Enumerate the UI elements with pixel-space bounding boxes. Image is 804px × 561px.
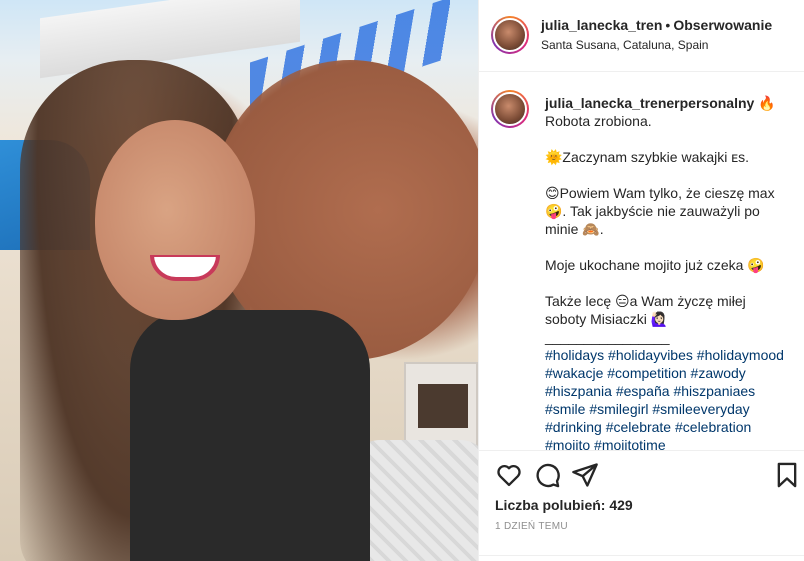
post-timestamp[interactable]: 1 DZIEŃ TEMU <box>495 521 568 532</box>
comment-bar <box>479 555 804 561</box>
caption-username[interactable]: julia_lanecka_trenerpersonalny <box>545 95 754 111</box>
caption-username-emoji: 🔥 <box>758 95 776 111</box>
hashtag-link[interactable]: #smile <box>545 401 585 417</box>
post-photo[interactable] <box>0 0 478 561</box>
hashtag-link[interactable]: #españa <box>616 383 670 399</box>
caption-line: Moje ukochane mojito już czeka 🤪 <box>545 257 765 273</box>
caption-body: julia_lanecka_trenerpersonalny 🔥 Robota … <box>545 94 795 450</box>
caption-line: Robota zrobiona. <box>545 113 652 129</box>
caption-line: 🌞Zaczynam szybkie wakajki ᴇs. <box>545 149 750 165</box>
hashtag-link[interactable]: #celebrate <box>606 419 671 435</box>
post-side-panel: julia_lanecka_tren • Obserwowanie Santa Su… <box>478 0 804 561</box>
caption-hashtags: #holidays #holidayvibes #holidaymood #wa… <box>545 346 795 450</box>
hashtag-link[interactable]: #holidayvibes <box>608 347 693 363</box>
caption-line: soboty Misiaczki 🙋🏻‍♀️ <box>545 311 669 327</box>
caption-line: minie 🙈. <box>545 221 604 237</box>
author-avatar[interactable] <box>491 16 529 54</box>
hashtag-link[interactable]: #mojitotime <box>594 437 666 450</box>
caption-avatar[interactable] <box>491 90 529 128</box>
caption-username-row: julia_lanecka_trenerpersonalny 🔥 <box>545 94 795 112</box>
post-location[interactable]: Santa Susana, Cataluna, Spain <box>541 38 708 52</box>
post-actions: Liczba polubień: 429 1 DZIEŃ TEMU <box>479 450 804 561</box>
hashtag-link[interactable]: #holidaymood <box>697 347 784 363</box>
bookmark-icon[interactable] <box>773 461 801 489</box>
caption-line: 😊Powiem Wam tylko, że cieszę max <box>545 185 775 201</box>
author-username-row: julia_lanecka_tren • Obserwowanie <box>541 17 772 33</box>
photo-top <box>130 310 370 561</box>
hashtag-link[interactable]: #celebration <box>675 419 751 435</box>
hashtag-link[interactable]: #competition <box>607 365 686 381</box>
heart-icon[interactable] <box>495 461 523 489</box>
caption-line: 🤪. Tak jakbyście nie zauważyli po <box>545 203 760 219</box>
hashtag-link[interactable]: #drinking <box>545 419 602 435</box>
follow-separator: • <box>665 17 671 33</box>
hashtag-link[interactable]: #smileeveryday <box>652 401 749 417</box>
author-username[interactable]: julia_lanecka_tren <box>541 17 662 33</box>
hashtag-link[interactable]: #smilegirl <box>589 401 648 417</box>
hashtag-link[interactable]: #zawody <box>691 365 746 381</box>
hashtag-link[interactable]: #hiszpania <box>545 383 612 399</box>
hashtag-link[interactable]: #mojito <box>545 437 590 450</box>
likes-count[interactable]: Liczba polubień: 429 <box>495 497 633 513</box>
photo-face <box>95 120 255 320</box>
hashtag-link[interactable]: #holidays <box>545 347 604 363</box>
caption-line <box>545 238 795 256</box>
caption-section: julia_lanecka_trenerpersonalny 🔥 Robota … <box>479 72 804 450</box>
share-icon[interactable] <box>571 461 599 489</box>
caption-text: Robota zrobiona. 🌞Zaczynam szybkie wakajk… <box>545 112 795 346</box>
following-button[interactable]: Obserwowanie <box>673 17 772 33</box>
hashtag-link[interactable]: #hiszpaniaes <box>673 383 755 399</box>
caption-line <box>545 166 795 184</box>
caption-line: ________________ <box>545 329 670 345</box>
caption-line <box>545 130 795 148</box>
hashtag-link[interactable]: #wakacje <box>545 365 603 381</box>
caption-line: Także lecę 😑a Wam życzę miłej <box>545 293 746 309</box>
caption-line <box>545 274 795 292</box>
comment-icon[interactable] <box>533 461 561 489</box>
post-header: julia_lanecka_tren • Obserwowanie Santa Su… <box>479 0 804 72</box>
